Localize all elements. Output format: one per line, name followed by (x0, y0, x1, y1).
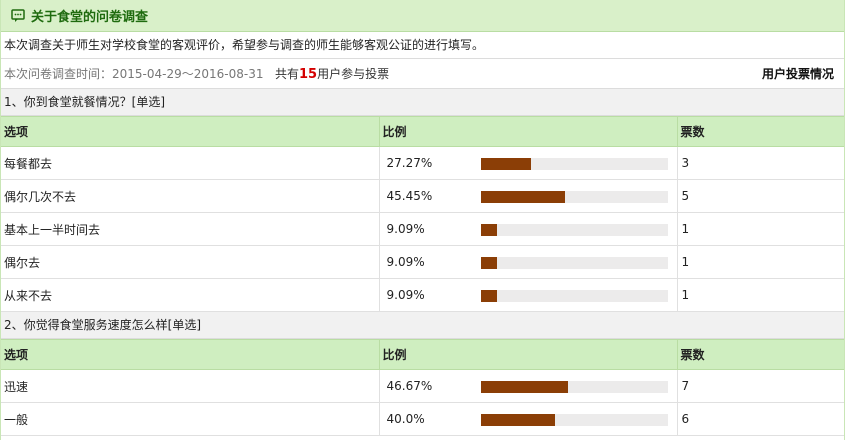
question-title: 1、你到食堂就餐情况？[单选] (1, 89, 844, 116)
ratio-cell: 40.0% (379, 402, 678, 436)
table-row: 每餐都去 27.27% 3 (1, 146, 844, 180)
ratio-cell: 27.27% (379, 146, 678, 180)
table-row: 基本上一半时间去 9.09% 1 (1, 212, 844, 246)
participants-suffix: 用户参与投票 (317, 67, 390, 81)
column-header-votes: 票数 (677, 339, 844, 370)
option-label: 基本上一半时间去 (1, 212, 380, 246)
column-header-option: 选项 (1, 116, 380, 147)
option-label: 每餐都去 (1, 146, 380, 180)
percent-bar-fill (480, 256, 498, 269)
option-label: 从来不去 (1, 278, 380, 312)
ratio-cell: 46.67% (379, 369, 678, 403)
ratio-cell: 45.45% (379, 179, 678, 213)
option-label: 迅速 (1, 369, 380, 403)
option-label: 偶尔去 (1, 245, 380, 279)
table-row: 一般 40.0% 6 (1, 402, 844, 436)
option-label: 偶尔几次不去 (1, 179, 380, 213)
survey-title-bar: 关于食堂的问卷调查 (1, 0, 844, 32)
results-table: 选项 比例 票数 迅速 46.67% 7 一般 40.0% 6 (1, 339, 844, 436)
option-votes: 5 (677, 179, 844, 213)
survey-meta: 本次问卷调查时间：2015-04-29～2016-08-31 共有15用户参与投… (1, 59, 844, 89)
column-header-ratio: 比例 (379, 116, 678, 147)
percent-bar-fill (480, 190, 566, 203)
percent-bar-track (480, 413, 668, 426)
participants-prefix: 共有 (274, 67, 299, 81)
percent-bar-track (480, 157, 668, 170)
column-header-votes: 票数 (677, 116, 844, 147)
table-row: 偶尔去 9.09% 1 (1, 245, 844, 279)
option-votes: 3 (677, 146, 844, 180)
option-percent: 9.09% (386, 255, 425, 269)
question-title: 2、你觉得食堂服务速度怎么样[单选] (1, 312, 844, 339)
option-percent: 9.09% (386, 288, 425, 302)
table-row: 迅速 46.67% 7 (1, 369, 844, 403)
option-votes: 6 (677, 402, 844, 436)
survey-time: 本次问卷调查时间：2015-04-29～2016-08-31 (4, 67, 264, 81)
percent-bar-track (480, 256, 668, 269)
participant-count-text: 共有15用户参与投票 (267, 67, 390, 82)
percent-bar-fill (480, 289, 498, 302)
table-row: 从来不去 9.09% 1 (1, 278, 844, 312)
option-label: 一般 (1, 402, 380, 436)
option-votes: 1 (677, 212, 844, 246)
option-votes: 7 (677, 369, 844, 403)
percent-bar-track (480, 289, 668, 302)
ratio-cell: 9.09% (379, 278, 678, 312)
option-votes: 1 (677, 245, 844, 279)
survey-results-page: 关于食堂的问卷调查 本次调查关于师生对学校食堂的客观评价，希望参与调查的师生能够… (0, 0, 845, 440)
results-header-row: 选项 比例 票数 (1, 339, 844, 370)
percent-bar-fill (480, 223, 498, 236)
percent-bar-track (480, 223, 668, 236)
survey-meta-info: 本次问卷调查时间：2015-04-29～2016-08-31 共有15用户参与投… (4, 65, 389, 82)
questions-container: 1、你到食堂就餐情况？[单选] 选项 比例 票数 每餐都去 27.27% 3 偶尔几次不去 45… (1, 89, 844, 436)
option-percent: 9.09% (386, 222, 425, 236)
percent-bar-track (480, 190, 668, 203)
percent-bar-fill (480, 157, 532, 170)
participants-count: 15 (298, 67, 318, 82)
results-header-row: 选项 比例 票数 (1, 116, 844, 147)
option-percent: 45.45% (386, 189, 433, 203)
survey-title: 关于食堂的问卷调查 (31, 10, 149, 25)
percent-bar-fill (480, 413, 556, 426)
percent-bar-track (480, 380, 668, 393)
results-table: 选项 比例 票数 每餐都去 27.27% 3 偶尔几次不去 45.45% 5 基本上一半时间去 9.… (1, 116, 844, 312)
survey-intro: 本次调查关于师生对学校食堂的客观评价，希望参与调查的师生能够客观公证的进行填写。 (1, 32, 844, 59)
table-row: 偶尔几次不去 45.45% 5 (1, 179, 844, 213)
option-percent: 46.67% (386, 379, 433, 393)
option-percent: 40.0% (386, 412, 425, 426)
option-percent: 27.27% (386, 156, 433, 170)
percent-bar-fill (480, 380, 568, 393)
column-header-ratio: 比例 (379, 339, 678, 370)
ratio-cell: 9.09% (379, 245, 678, 279)
chat-bubble-icon (11, 8, 25, 23)
option-votes: 1 (677, 278, 844, 312)
vote-status-link[interactable]: 用户投票情况 (762, 65, 834, 82)
ratio-cell: 9.09% (379, 212, 678, 246)
column-header-option: 选项 (1, 339, 380, 370)
